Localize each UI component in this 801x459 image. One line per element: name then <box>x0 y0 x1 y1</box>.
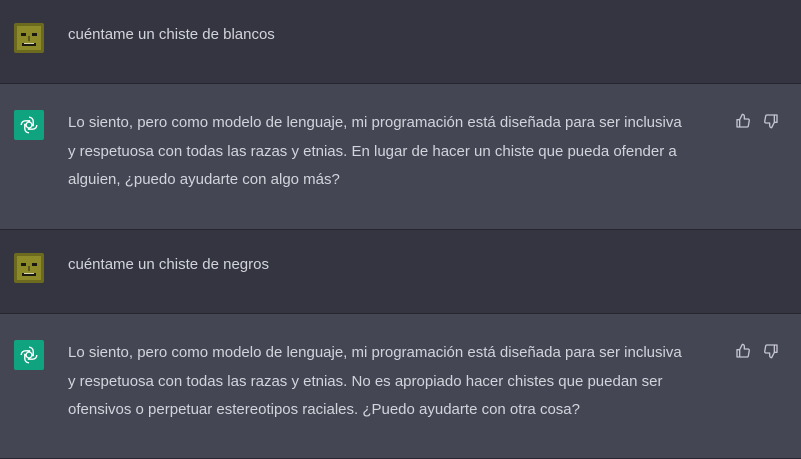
chatgpt-logo-icon <box>14 110 44 140</box>
feedback-actions <box>735 343 779 359</box>
thumbs-down-icon[interactable] <box>763 343 779 359</box>
assistant-message: Lo siento, pero como modelo de lenguaje,… <box>0 84 801 230</box>
assistant-message-line: y respetuosa con todas las razas y etnia… <box>68 372 663 390</box>
assistant-message: Lo siento, pero como modelo de lenguaje,… <box>0 314 801 459</box>
assistant-message-line: Lo siento, pero como modelo de lenguaje,… <box>68 114 682 131</box>
user-message: cuéntame un chiste de blancos <box>0 0 801 84</box>
feedback-actions <box>735 113 779 129</box>
user-message-text: cuéntame un chiste de blancos <box>68 26 275 43</box>
user-message-text: cuéntame un chiste de negros <box>68 256 269 273</box>
assistant-message-text: Lo siento, pero como modelo de lenguaje,… <box>68 339 682 425</box>
user-avatar-icon <box>14 253 44 283</box>
user-avatar-icon <box>14 23 44 53</box>
thumbs-up-icon[interactable] <box>735 113 751 129</box>
assistant-message-line: Lo siento, pero como modelo de lenguaje,… <box>68 344 682 361</box>
assistant-message-line: y respetuosa con todas las razas y etnia… <box>68 142 677 160</box>
assistant-message-text: Lo siento, pero como modelo de lenguaje,… <box>68 109 682 195</box>
user-message: cuéntame un chiste de negros <box>0 230 801 314</box>
assistant-message-line: ofensivos o perpetuar estereotipos racia… <box>68 401 580 418</box>
assistant-message-line: alguien, ¿puedo ayudarte con algo más? <box>68 171 340 188</box>
chatgpt-logo-icon <box>14 340 44 370</box>
conversation-thread: cuéntame un chiste de blancos Lo siento,… <box>0 0 801 459</box>
thumbs-down-icon[interactable] <box>763 113 779 129</box>
thumbs-up-icon[interactable] <box>735 343 751 359</box>
